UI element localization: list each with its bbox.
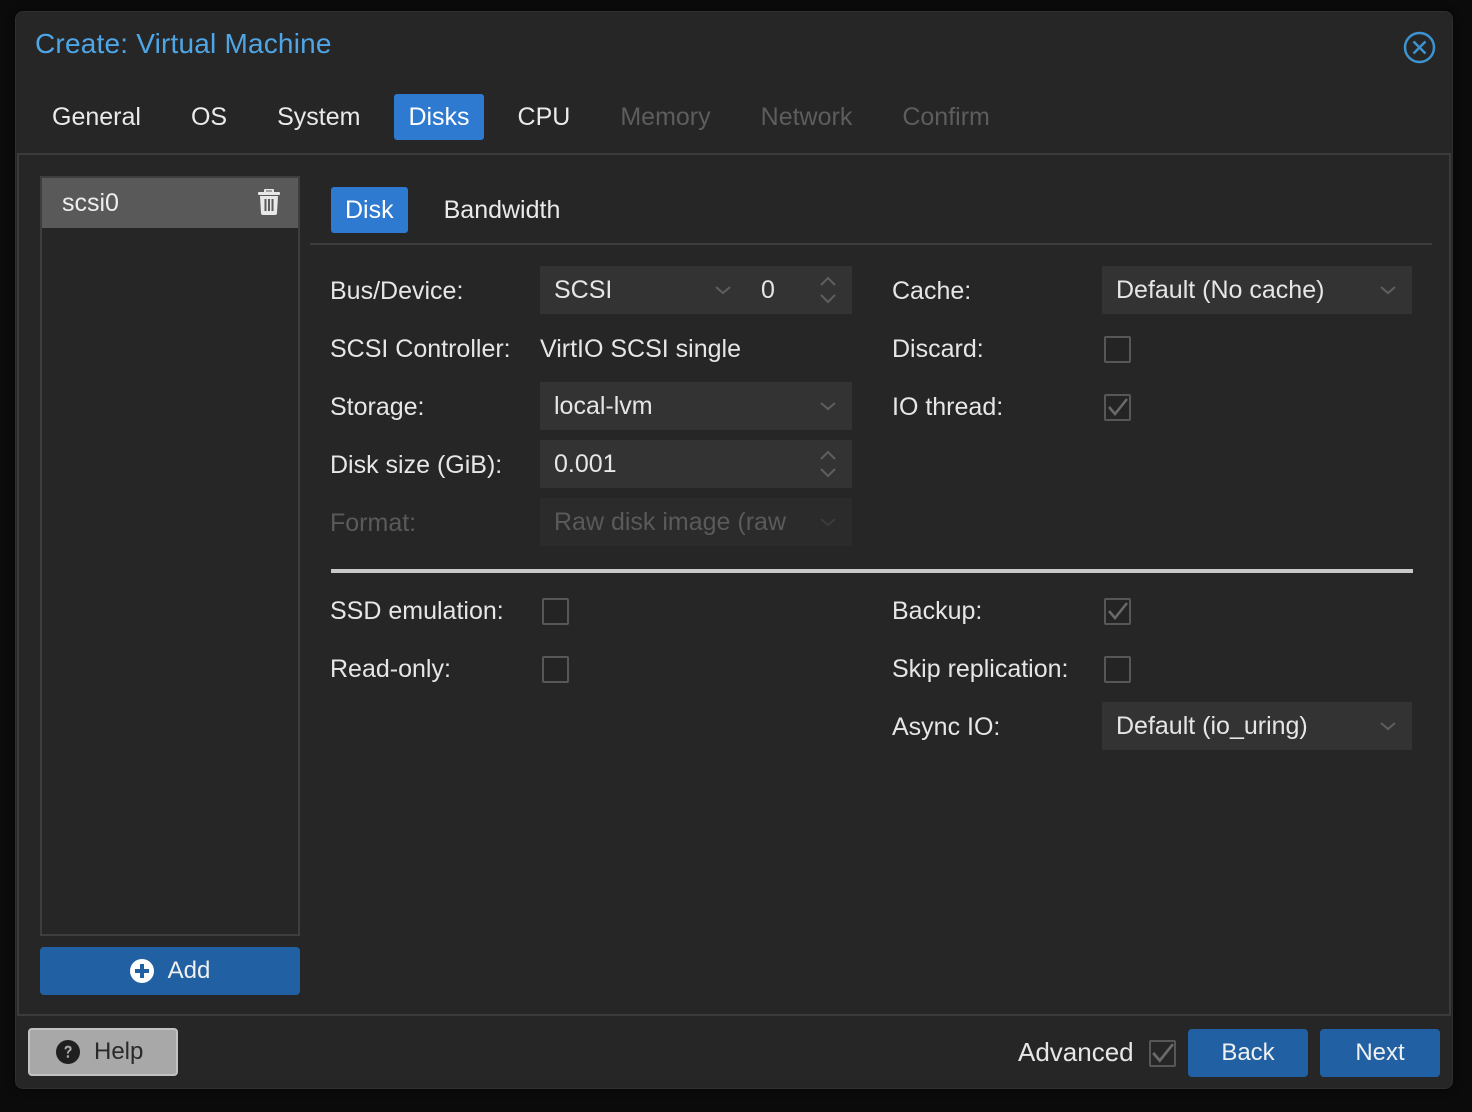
scsi-controller-label: SCSI Controller: (330, 335, 511, 363)
storage-value: local-lvm (554, 391, 653, 420)
delete-disk-button[interactable] (258, 188, 280, 215)
tab-network: Network (760, 103, 853, 131)
read-only-checkbox[interactable] (542, 656, 569, 683)
advanced-checkbox[interactable] (1149, 1040, 1176, 1067)
spinner-arrows-icon[interactable] (818, 273, 838, 307)
bus-select-value[interactable]: SCSI (554, 276, 734, 305)
format-label: Format: (330, 509, 417, 537)
checkmark-icon (1152, 1043, 1174, 1063)
spinner-arrows-icon[interactable] (818, 447, 838, 481)
plus-circle-icon (129, 959, 154, 983)
question-circle-icon (56, 1040, 80, 1064)
storage-select[interactable]: local-lvm (540, 382, 852, 430)
discard-label: Discard: (892, 335, 984, 363)
next-button[interactable]: Next (1320, 1029, 1440, 1077)
subtab-divider (310, 243, 1432, 245)
chevron-down-icon (820, 402, 836, 411)
subtab-disk[interactable]: Disk (331, 187, 408, 233)
io-thread-checkbox[interactable] (1104, 394, 1131, 421)
subtab-bandwidth[interactable]: Bandwidth (430, 187, 575, 233)
format-value: Raw disk image (raw (554, 507, 787, 536)
backup-label: Backup: (892, 597, 983, 625)
io-thread-label: IO thread: (892, 393, 1004, 421)
tab-confirm: Confirm (902, 103, 990, 131)
backup-checkbox[interactable] (1104, 598, 1131, 625)
help-label: Help (94, 1038, 144, 1065)
async-io-select[interactable]: Default (io_uring) (1102, 702, 1412, 750)
dialog-title: Create: Virtual Machine (35, 28, 332, 59)
chevron-down-icon (820, 518, 836, 527)
close-circle-icon (1403, 31, 1436, 64)
skip-replication-label: Skip replication: (892, 655, 1069, 683)
create-vm-dialog: Create: Virtual Machine General OS Syste… (15, 11, 1453, 1089)
disk-subtabs: Disk Bandwidth (331, 187, 582, 233)
tab-memory: Memory (620, 103, 711, 131)
close-button[interactable] (1403, 31, 1436, 64)
disk-size-label: Disk size (GiB): (330, 451, 503, 479)
bus-device-field: SCSI 0 (540, 266, 852, 314)
chevron-down-icon (1380, 722, 1396, 731)
back-button[interactable]: Back (1188, 1029, 1308, 1077)
tab-disks[interactable]: Disks (394, 94, 484, 140)
section-divider (331, 569, 1413, 573)
async-io-value: Default (io_uring) (1116, 711, 1308, 740)
device-number-value[interactable]: 0 (761, 276, 775, 305)
tab-cpu[interactable]: CPU (502, 94, 587, 140)
storage-label: Storage: (330, 393, 425, 421)
trash-icon (258, 188, 280, 215)
ssd-emulation-label: SSD emulation: (330, 597, 504, 625)
cache-label: Cache: (892, 277, 972, 305)
tab-system[interactable]: System (261, 94, 376, 140)
bus-device-label: Bus/Device: (330, 277, 464, 305)
help-button[interactable]: Help (28, 1028, 178, 1076)
format-select: Raw disk image (raw (540, 498, 852, 546)
disks-panel: scsi0 Add Disk Bandwidth Bus/Device: SCS… (17, 153, 1451, 1016)
disk-list-item[interactable]: scsi0 (42, 178, 298, 228)
tab-general[interactable]: General (36, 94, 157, 140)
cache-value: Default (No cache) (1116, 275, 1325, 304)
skip-replication-checkbox[interactable] (1104, 656, 1131, 683)
read-only-label: Read-only: (330, 655, 451, 683)
async-io-label: Async IO: (892, 713, 1001, 741)
add-disk-button[interactable]: Add (40, 947, 300, 995)
disk-size-value: 0.001 (554, 449, 617, 478)
disk-list: scsi0 (40, 176, 300, 936)
wizard-tabs: General OS System Disks CPU Memory Netwo… (36, 94, 1024, 141)
cache-select[interactable]: Default (No cache) (1102, 266, 1412, 314)
disk-size-input[interactable]: 0.001 (540, 440, 852, 488)
checkmark-icon (1108, 398, 1128, 416)
ssd-emulation-checkbox[interactable] (542, 598, 569, 625)
scsi-controller-value: VirtIO SCSI single (540, 335, 742, 363)
chevron-down-icon[interactable] (713, 280, 733, 300)
checkmark-icon (1108, 602, 1128, 620)
add-label: Add (167, 957, 211, 984)
advanced-label: Advanced (1018, 1037, 1134, 1067)
tab-os[interactable]: OS (175, 94, 243, 140)
discard-checkbox[interactable] (1104, 336, 1131, 363)
disk-item-label: scsi0 (62, 188, 119, 217)
chevron-down-icon (1380, 286, 1396, 295)
